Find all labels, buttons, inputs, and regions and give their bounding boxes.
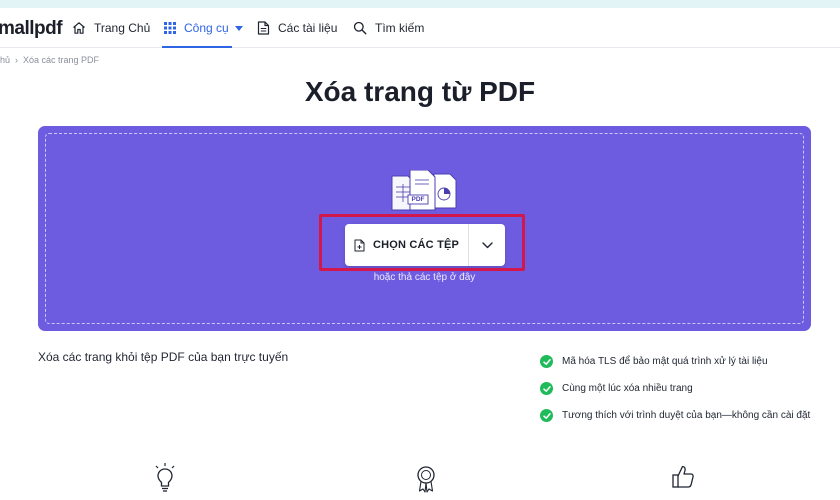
lightbulb-icon	[155, 463, 175, 492]
check-circle-icon	[540, 355, 553, 368]
nav-tools-label: Công cụ	[184, 21, 229, 35]
award-badge-icon	[417, 466, 435, 493]
feature-text: Cùng một lúc xóa nhiều trang	[562, 383, 693, 394]
highlight-annotation-box	[319, 214, 525, 271]
nav-documents[interactable]: Các tài liệu	[257, 8, 337, 48]
feature-item: Tương thích với trình duyệt của bạn—khôn…	[540, 402, 810, 429]
check-circle-icon	[540, 409, 553, 422]
breadcrumb-parent[interactable]: hủ	[0, 55, 10, 65]
feature-item: Mã hóa TLS để bảo mật quá trình xử lý tà…	[540, 348, 810, 375]
active-tab-indicator	[162, 46, 232, 48]
breadcrumb-current: Xóa các trang PDF	[23, 55, 100, 65]
nav-search[interactable]: Tìm kiếm	[353, 8, 424, 48]
page-description: Xóa các trang khỏi tệp PDF của bạn trực …	[38, 350, 289, 364]
pdf-badge-label: PDF	[411, 196, 425, 203]
feature-item: Cùng một lúc xóa nhiều trang	[540, 375, 810, 402]
file-dropzone[interactable]: PDF CHỌN CÁC TỆP hoặc thả các tệp ở đây	[38, 126, 811, 331]
nav-home-label: Trang Chủ	[94, 21, 151, 35]
document-icon	[257, 21, 270, 35]
check-circle-icon	[540, 382, 553, 395]
breadcrumb-separator: ›	[15, 55, 19, 65]
logo[interactable]: mallpdf	[0, 18, 63, 40]
feature-text: Tương thích với trình duyệt của bạn—khôn…	[562, 410, 811, 421]
home-icon	[73, 22, 85, 34]
nav-search-label: Tìm kiếm	[375, 21, 425, 35]
nav-tools[interactable]: Công cụ	[164, 8, 243, 48]
page-title: Xóa trang từ PDF	[304, 76, 536, 107]
caret-down-icon	[234, 25, 243, 31]
thumbs-up-icon	[672, 465, 694, 488]
feature-text: Mã hóa TLS để bảo mật quá trình xử lý tà…	[562, 356, 768, 367]
nav-documents-label: Các tài liệu	[278, 21, 338, 35]
feature-list: Mã hóa TLS để bảo mật quá trình xử lý tà…	[540, 348, 810, 429]
top-navbar: mallpdf Trang Chủ Công cụ Các tài liệu T…	[0, 8, 840, 48]
browser-top-strip	[0, 0, 840, 8]
search-icon	[353, 21, 367, 35]
grid-icon	[164, 22, 176, 34]
files-illustration-icon	[391, 170, 457, 211]
nav-home[interactable]: Trang Chủ	[72, 8, 150, 48]
breadcrumb: hủ › Xóa các trang PDF	[0, 55, 99, 65]
drop-hint: hoặc thả các tệp ở đây	[373, 272, 476, 283]
